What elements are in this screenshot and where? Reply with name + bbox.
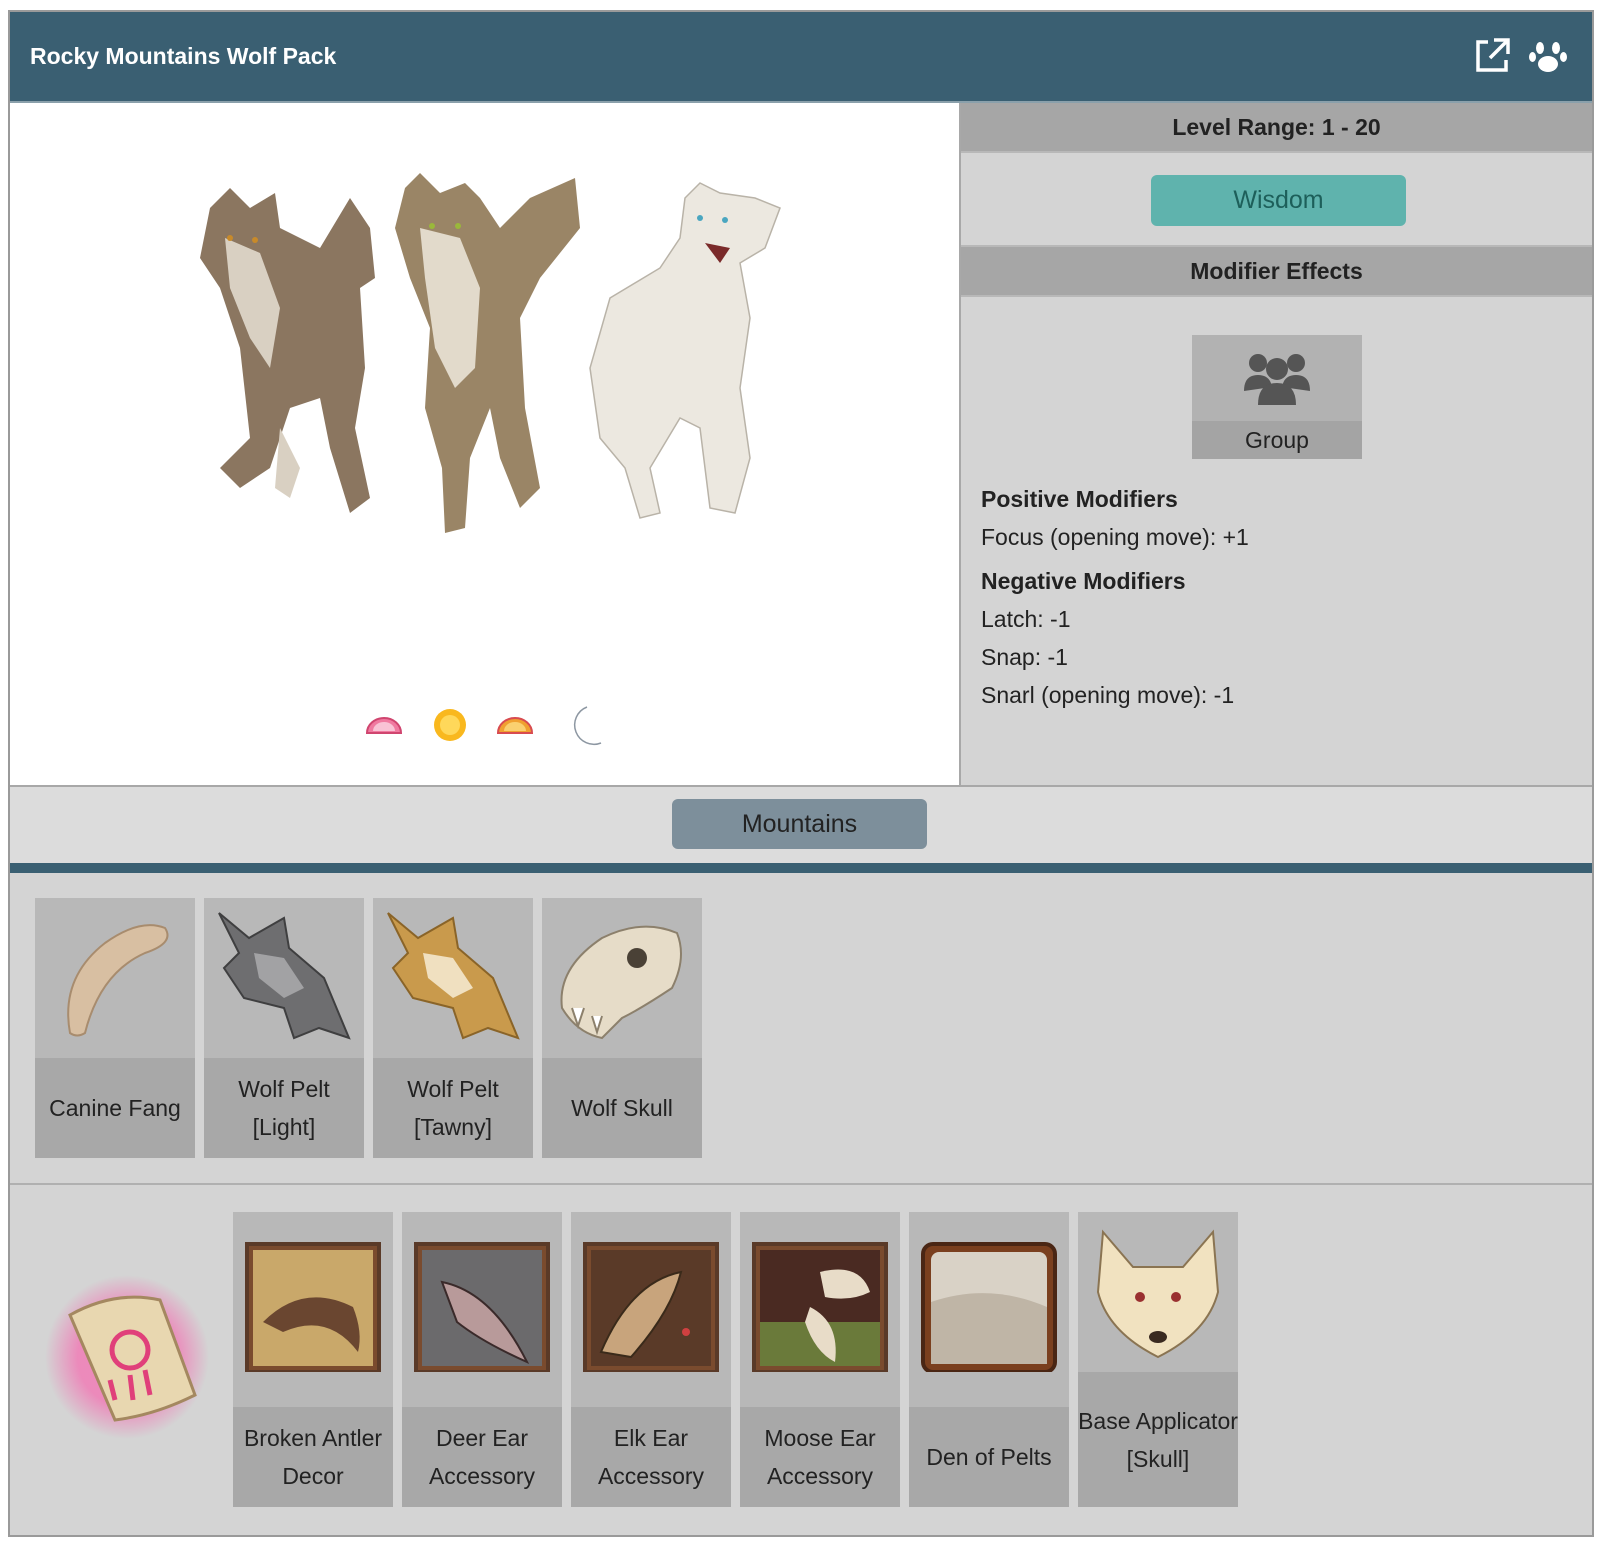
section-divider (10, 863, 1592, 873)
wolf-pelt-tawny-icon (387, 912, 520, 1040)
negative-modifier: Latch: -1 (981, 606, 1071, 632)
biome-button[interactable]: Mountains (672, 799, 927, 849)
reward-item-den-of-pelts[interactable]: Den of Pelts (909, 1212, 1069, 1507)
biome-row: Mountains (10, 785, 1592, 863)
reward-item-base-applicator-skull[interactable]: Base Applicator [Skull] (1078, 1212, 1238, 1507)
encounter-scene (10, 103, 961, 785)
stats-panel: Level Range: 1 - 20 Wisdom Modifier Effe… (961, 103, 1592, 785)
base-applicator-skull-icon (1096, 1229, 1220, 1359)
paw-icon[interactable] (1528, 36, 1568, 76)
encounter-title: Rocky Mountains Wolf Pack (30, 43, 337, 69)
reward-item-label: Moose Ear Accessory (740, 1407, 900, 1507)
moon-icon (574, 706, 602, 746)
drop-item-label: Wolf Skull (542, 1058, 702, 1158)
drop-item-wolf-pelt-light[interactable]: Wolf Pelt [Light] (204, 898, 364, 1158)
drop-item-label: Canine Fang (35, 1058, 195, 1158)
den-of-pelts-icon (921, 1242, 1057, 1372)
scroll-icon (45, 1275, 209, 1439)
wolf-pack-image (200, 173, 781, 533)
group-icon (1244, 354, 1310, 405)
dusk-icon (496, 717, 534, 734)
tan-wolf-figure (395, 173, 580, 533)
reward-item-label: Deer Ear Accessory (402, 1407, 562, 1507)
drop-item-wolf-pelt-tawny[interactable]: Wolf Pelt [Tawny] (373, 898, 533, 1158)
positive-modifier: Focus (opening move): +1 (981, 524, 1249, 550)
reward-item-label: Base Applicator [Skull] (1078, 1372, 1238, 1507)
sun-icon (434, 709, 466, 741)
elk-ear-icon (583, 1242, 719, 1372)
drop-item-wolf-skull[interactable]: Wolf Skull (542, 898, 702, 1158)
modifier-effects-heading: Modifier Effects (961, 245, 1592, 297)
canine-fang-icon (67, 924, 169, 1037)
card-header: Rocky Mountains Wolf Pack (10, 12, 1592, 101)
level-range: Level Range: 1 - 20 (961, 103, 1592, 153)
group-label: Group (1192, 421, 1362, 459)
white-wolf-figure (589, 182, 781, 519)
reward-item-label: Elk Ear Accessory (571, 1407, 731, 1507)
encounter-card: Rocky Mountains Wolf Pack Level Range: 1… (8, 10, 1594, 1537)
deer-ear-icon (414, 1242, 550, 1372)
reward-item-elk-ear-accessory[interactable]: Elk Ear Accessory (571, 1212, 731, 1507)
positive-modifiers-heading: Positive Modifiers (981, 486, 1178, 512)
drop-item-label: Wolf Pelt [Tawny] (373, 1058, 533, 1158)
time-of-day-row (365, 706, 602, 746)
wolf-skull-icon (560, 925, 682, 1040)
reward-item-moose-ear-accessory[interactable]: Moose Ear Accessory (740, 1212, 900, 1507)
dawn-icon (365, 717, 403, 734)
rewards-section: Broken Antler Decor Deer Ear Accessory E… (10, 1185, 1592, 1535)
group-modifier-tile[interactable]: Group (1192, 335, 1362, 459)
reward-item-broken-antler-decor[interactable]: Broken Antler Decor (233, 1212, 393, 1507)
negative-modifier: Snap: -1 (981, 644, 1068, 670)
external-link-icon[interactable] (1472, 36, 1512, 76)
modifier-list: Positive Modifiers Focus (opening move):… (981, 480, 1249, 714)
negative-modifiers-heading: Negative Modifiers (981, 568, 1186, 594)
negative-modifier: Snarl (opening move): -1 (981, 682, 1235, 708)
moose-ear-icon (752, 1242, 888, 1372)
wolf-pelt-light-icon (218, 912, 351, 1040)
broken-antler-icon (245, 1242, 381, 1372)
reward-item-deer-ear-accessory[interactable]: Deer Ear Accessory (402, 1212, 562, 1507)
drops-section: Canine Fang Wolf Pelt [Light] Wolf Pelt … (10, 873, 1592, 1185)
drop-item-label: Wolf Pelt [Light] (204, 1058, 364, 1158)
reward-item-label: Den of Pelts (909, 1407, 1069, 1507)
brown-wolf-figure (200, 188, 375, 513)
reward-item-label: Broken Antler Decor (233, 1407, 393, 1507)
wisdom-stat-button[interactable]: Wisdom (1151, 175, 1406, 226)
drop-item-canine-fang[interactable]: Canine Fang (35, 898, 195, 1158)
